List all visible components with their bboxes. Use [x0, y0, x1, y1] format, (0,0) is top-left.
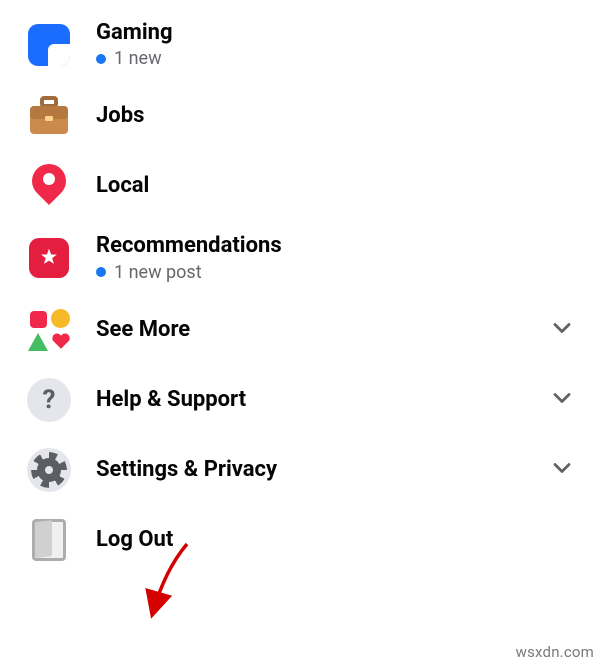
badge-text: 1 new post — [114, 262, 202, 283]
menu-label: Settings & Privacy — [96, 457, 536, 483]
new-dot-icon — [96, 54, 106, 64]
logout-icon — [26, 517, 72, 563]
menu-item-texts: Settings & Privacy — [96, 457, 536, 483]
menu-item-local[interactable]: Local — [0, 151, 600, 221]
menu-item-texts: Local — [96, 173, 576, 199]
menu-item-recommendations[interactable]: Recommendations 1 new post — [0, 221, 600, 294]
recommendations-icon — [26, 235, 72, 281]
chevron-down-icon — [548, 314, 576, 346]
facebook-menu: Gaming 1 new Jobs Local — [0, 0, 600, 575]
menu-item-texts: Jobs — [96, 103, 576, 129]
gaming-icon — [26, 22, 72, 68]
menu-label: See More — [96, 317, 536, 343]
chevron-down-icon — [548, 384, 576, 416]
menu-item-settings-privacy[interactable]: Settings & Privacy — [0, 435, 600, 505]
menu-item-log-out[interactable]: Log Out — [0, 505, 600, 575]
chevron-down-icon — [548, 454, 576, 486]
settings-icon — [26, 447, 72, 493]
menu-item-gaming[interactable]: Gaming 1 new — [0, 8, 600, 81]
menu-label: Local — [96, 173, 576, 199]
menu-label: Log Out — [96, 527, 576, 553]
menu-item-help-support[interactable]: ? Help & Support — [0, 365, 600, 435]
watermark-text: wsxdn.com — [516, 643, 594, 661]
menu-label: Gaming — [96, 20, 576, 46]
new-dot-icon — [96, 267, 106, 277]
menu-item-texts: Gaming 1 new — [96, 20, 576, 69]
help-icon: ? — [26, 377, 72, 423]
menu-item-texts: Recommendations 1 new post — [96, 233, 576, 282]
menu-item-see-more[interactable]: See More — [0, 295, 600, 365]
menu-item-jobs[interactable]: Jobs — [0, 81, 600, 151]
jobs-icon — [26, 93, 72, 139]
local-icon — [26, 163, 72, 209]
menu-label: Jobs — [96, 103, 576, 129]
menu-item-texts: Help & Support — [96, 387, 536, 413]
menu-item-texts: See More — [96, 317, 536, 343]
badge-text: 1 new — [114, 48, 162, 69]
see-more-icon — [26, 307, 72, 353]
menu-label: Recommendations — [96, 233, 576, 259]
menu-item-texts: Log Out — [96, 527, 576, 553]
menu-label: Help & Support — [96, 387, 536, 413]
menu-badge: 1 new post — [96, 262, 576, 283]
menu-badge: 1 new — [96, 48, 576, 69]
